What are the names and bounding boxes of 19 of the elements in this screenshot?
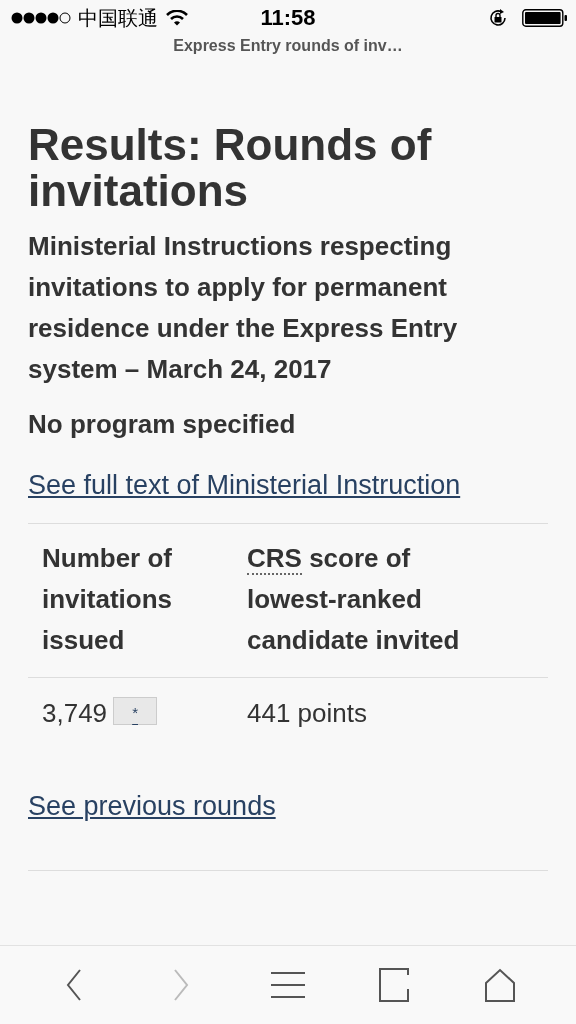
previous-rounds-link[interactable]: See previous rounds [28, 786, 276, 826]
clock-time: 11:58 [260, 4, 316, 32]
wifi-icon [166, 10, 188, 26]
instructions-title: Ministerial Instructions respecting invitations to apply for permanent residence under the Express Entry system – March 24, 2017 [28, 230, 459, 386]
column-header: Number of invitations issued [42, 542, 173, 657]
ministerial-instruction-link[interactable]: See full text of Ministerial Instruction [28, 465, 461, 505]
column-header: CRS score of lowest-ranked candidate invited [247, 542, 461, 657]
forward-icon [172, 969, 189, 1001]
footnote-button[interactable]: * [113, 697, 158, 726]
program-label: No program specified [28, 408, 297, 441]
battery-icon [522, 9, 568, 27]
carrier-name: 中国联通 [78, 5, 158, 31]
rotation-lock-icon [488, 8, 508, 28]
table-cell: 441 points [247, 698, 367, 728]
back-icon [65, 969, 82, 1001]
page-title: Express Entry rounds of inv… [173, 37, 403, 55]
signal-icon [11, 12, 71, 24]
table-cell: 3,749 [42, 698, 108, 728]
page-heading: Results: Rounds of invitations [28, 122, 433, 214]
